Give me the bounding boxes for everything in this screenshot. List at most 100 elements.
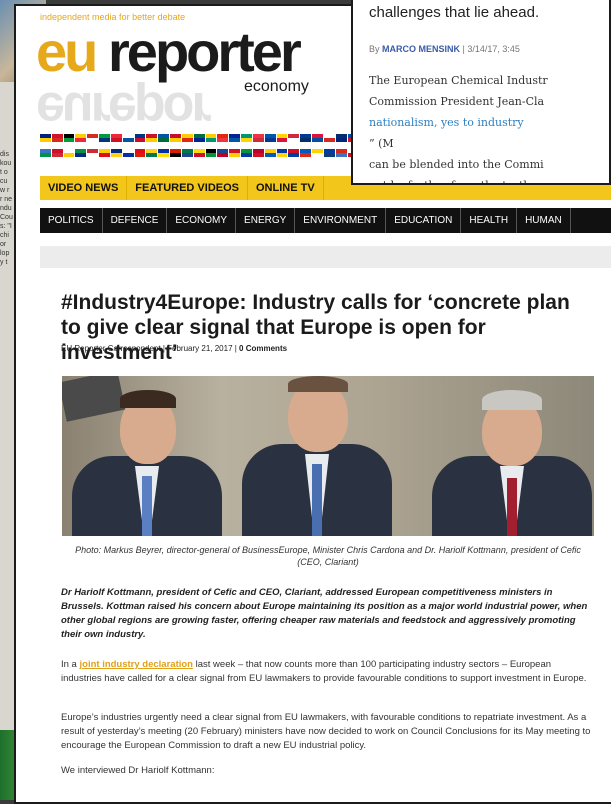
clipping-line-rest: ” (M	[369, 137, 394, 150]
language-flag-icon[interactable]	[264, 149, 276, 157]
language-flag-icon[interactable]	[252, 134, 264, 142]
language-flag-icon[interactable]	[241, 134, 252, 142]
logo-section-name: economy	[244, 78, 309, 95]
language-flag-icon[interactable]	[134, 149, 146, 157]
nav1-item[interactable]: VIDEO NEWS	[40, 176, 128, 200]
language-flag-icon[interactable]	[323, 134, 335, 142]
language-flag-icon[interactable]	[323, 149, 335, 157]
language-flag-icon[interactable]	[312, 134, 323, 142]
language-flag-icon[interactable]	[335, 134, 347, 142]
language-flags[interactable]	[40, 134, 371, 164]
nav2-item[interactable]: ECONOMY	[167, 208, 237, 233]
language-flag-icon[interactable]	[87, 134, 99, 142]
language-flag-icon[interactable]	[146, 134, 158, 142]
photo-caption: Photo: Markus Beyrer, director-general o…	[75, 545, 581, 567]
language-flag-icon[interactable]	[99, 134, 110, 142]
clipping-line: not be further from the truth.	[369, 175, 609, 183]
language-flag-icon[interactable]	[276, 149, 288, 157]
language-flag-icon[interactable]	[217, 134, 229, 142]
language-flag-icon[interactable]	[40, 134, 51, 142]
nav2-item[interactable]: EDUCATION	[386, 208, 462, 233]
article-paragraph-1: In a joint industry declaration last wee…	[61, 658, 591, 686]
language-flag-icon[interactable]	[122, 149, 134, 157]
nav1-item[interactable]: ONLINE TV	[248, 176, 324, 200]
person-left-tie	[142, 476, 152, 536]
language-flag-icon[interactable]	[170, 134, 181, 142]
language-flag-icon[interactable]	[264, 134, 276, 142]
language-flag-icon[interactable]	[40, 149, 51, 157]
language-flag-icon[interactable]	[312, 149, 323, 157]
language-flag-icon[interactable]	[75, 149, 87, 157]
language-flag-icon[interactable]	[181, 149, 193, 157]
person-middle-tie	[312, 464, 322, 536]
language-flag-icon[interactable]	[110, 149, 122, 157]
clipping-quote-link[interactable]: nationalism, yes to industry	[369, 116, 524, 129]
language-flag-icon[interactable]	[99, 149, 110, 157]
language-flag-icon[interactable]	[110, 134, 122, 142]
article-lead: Dr Hariolf Kottmann, president of Cefic …	[61, 587, 588, 640]
logo-reflection: eurepor	[36, 81, 209, 139]
byline-author[interactable]: EU Reporter Correspondent	[61, 344, 161, 353]
person-middle-hair	[288, 376, 348, 392]
logo-eu[interactable]: eu	[36, 22, 98, 82]
language-flag-icon[interactable]	[335, 149, 347, 157]
language-flag-icon[interactable]	[217, 149, 229, 157]
language-flag-icon[interactable]	[146, 149, 158, 157]
language-flag-icon[interactable]	[51, 149, 63, 157]
clipping-byline: By MARCO MENSINK | 3/14/17, 3:45	[369, 44, 520, 54]
language-flag-icon[interactable]	[158, 149, 170, 157]
nav2-item[interactable]: HEALTH	[461, 208, 518, 233]
nav2-item[interactable]: ENVIRONMENT	[295, 208, 387, 233]
language-flag-icon[interactable]	[205, 134, 217, 142]
language-flag-icon[interactable]	[193, 149, 205, 157]
clipping-line: nationalism, yes to industry ” (M	[369, 112, 609, 154]
language-flag-icon[interactable]	[51, 134, 63, 142]
language-flag-icon[interactable]	[276, 134, 288, 142]
language-flag-icon[interactable]	[229, 149, 241, 157]
nav2-item[interactable]: DEFENCE	[103, 208, 168, 233]
flag-row	[40, 134, 371, 142]
article-byline: EU Reporter Correspondent | February 21,…	[61, 344, 288, 353]
nav2-item[interactable]: ENERGY	[236, 208, 296, 233]
clipping-line: Commission President Jean-Cla	[369, 95, 545, 108]
language-flag-icon[interactable]	[252, 149, 264, 157]
nav1-item[interactable]: FEATURED VIDEOS	[127, 176, 248, 200]
language-flag-icon[interactable]	[75, 134, 87, 142]
comments-link[interactable]: 0 Comments	[239, 344, 287, 353]
language-flag-icon[interactable]	[134, 134, 146, 142]
nav2-item[interactable]: POLITICS	[40, 208, 103, 233]
joint-declaration-link[interactable]: joint industry declaration	[80, 659, 194, 670]
language-flag-icon[interactable]	[87, 149, 99, 157]
language-flag-icon[interactable]	[181, 134, 193, 142]
person-right-hair	[482, 390, 542, 410]
language-flag-icon[interactable]	[63, 134, 75, 142]
language-flag-icon[interactable]	[170, 149, 181, 157]
article-title: #Industry4Europe: Industry calls for ‘co…	[61, 291, 570, 364]
article-paragraph-3: We interviewed Dr Hariolf Kottmann:	[61, 765, 215, 776]
language-flag-icon[interactable]	[241, 149, 252, 157]
byline-date: February 21, 2017	[167, 344, 233, 353]
article-paragraph-2: Europe’s industries urgently need a clea…	[61, 712, 591, 751]
language-flag-icon[interactable]	[205, 149, 217, 157]
language-flag-icon[interactable]	[300, 149, 312, 157]
paragraph-text: In a	[61, 659, 80, 670]
language-flag-icon[interactable]	[288, 134, 300, 142]
language-flag-icon[interactable]	[122, 134, 134, 142]
language-flag-icon[interactable]	[63, 149, 75, 157]
clipping-date: | 3/14/17, 3:45	[460, 44, 520, 54]
person-left-hair	[120, 390, 176, 408]
language-flag-icon[interactable]	[158, 134, 170, 142]
byline-prefix: By	[369, 44, 383, 54]
person-right-tie	[507, 478, 517, 536]
nav2-item[interactable]: HUMAN	[517, 208, 571, 233]
logo-reporter[interactable]: reporter	[108, 22, 302, 82]
language-flag-icon[interactable]	[193, 134, 205, 142]
language-flag-icon[interactable]	[300, 134, 312, 142]
clipping-author-link[interactable]: MARCO MENSINK	[382, 44, 460, 54]
content-separator	[40, 246, 611, 268]
language-flag-icon[interactable]	[288, 149, 300, 157]
clipping-body: The European Chemical Industr Commission…	[369, 70, 609, 183]
microphone-shape	[62, 376, 126, 422]
article-photo	[62, 376, 594, 536]
language-flag-icon[interactable]	[229, 134, 241, 142]
